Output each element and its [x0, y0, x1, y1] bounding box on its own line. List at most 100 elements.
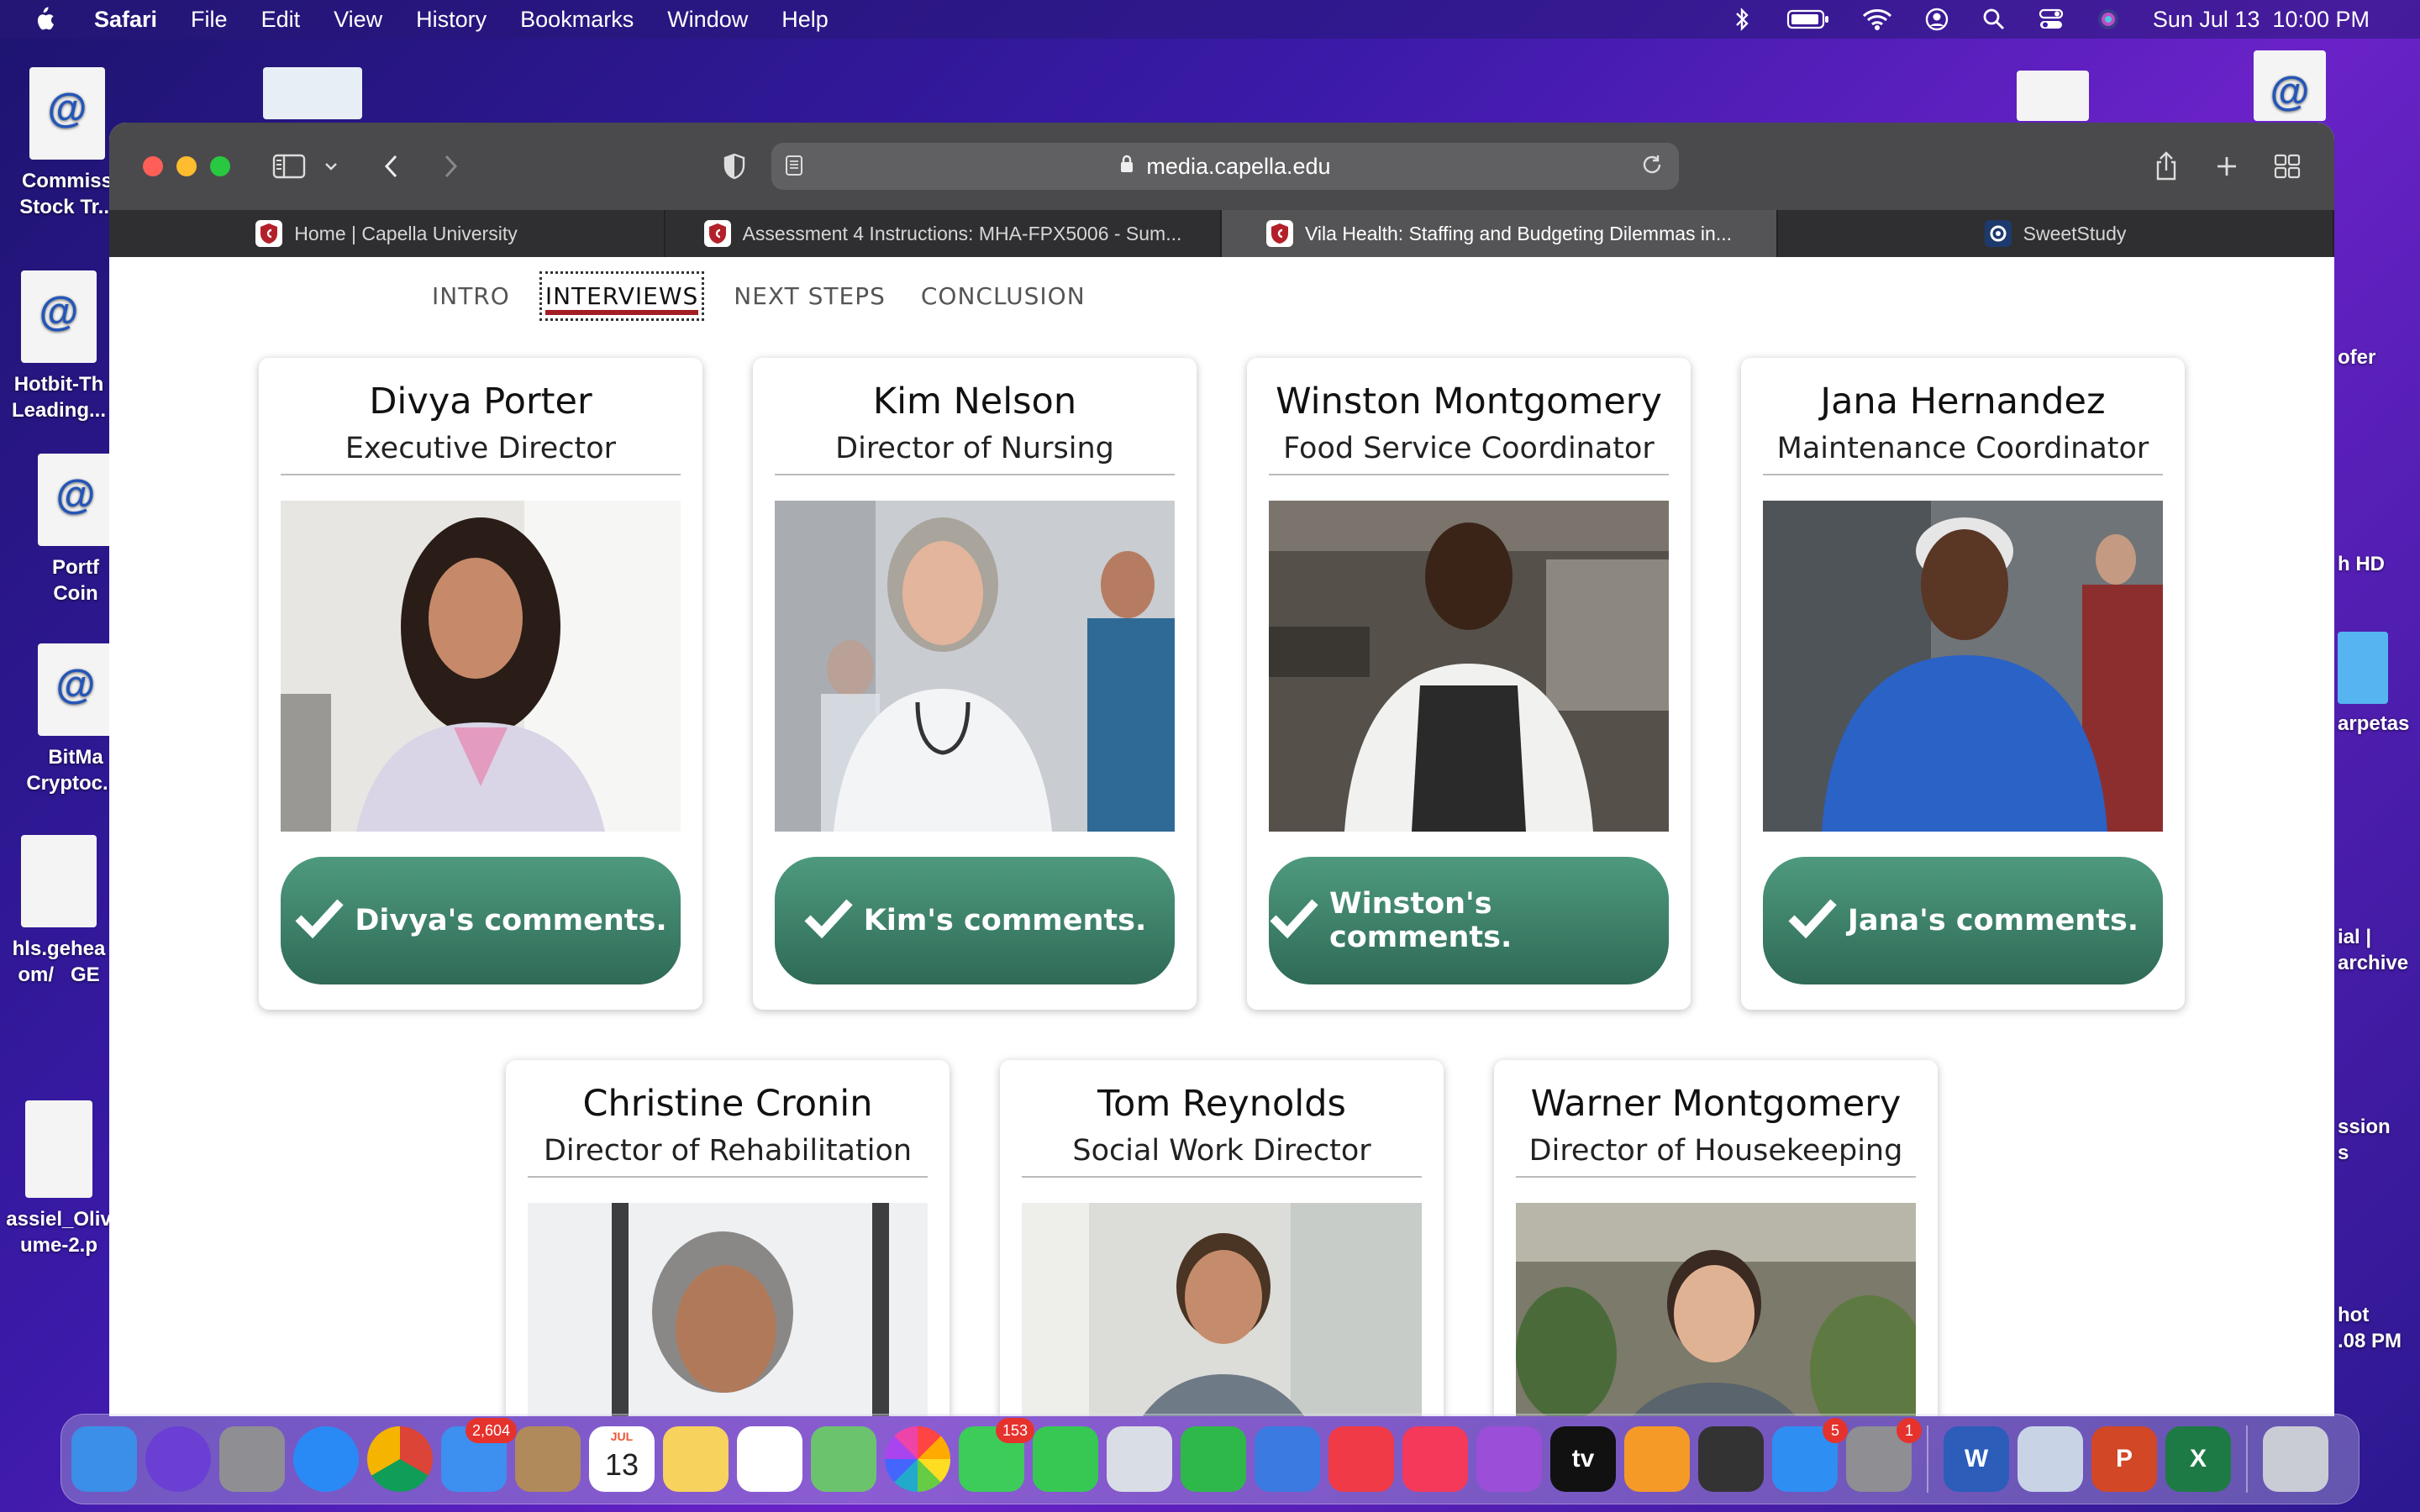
kim-comments-button[interactable]: Kim's comments. — [775, 857, 1175, 984]
menubar-clock[interactable]: Sun Jul 13 10:00 PM — [2153, 7, 2370, 33]
excel-icon[interactable]: X — [2165, 1426, 2231, 1492]
user-icon[interactable] — [1924, 7, 1949, 32]
spotlight-search-icon[interactable] — [1981, 7, 2007, 32]
desktop-item[interactable]: @ — [2252, 50, 2328, 129]
back-button[interactable] — [371, 146, 412, 186]
news-icon[interactable] — [1328, 1426, 1394, 1492]
preview-icon[interactable] — [1107, 1426, 1172, 1492]
desktop-item[interactable]: @ Commiss Stock Tr... — [8, 67, 126, 220]
facetime-icon[interactable] — [1033, 1426, 1098, 1492]
winston-comments-button[interactable]: Winston's comments. — [1269, 857, 1669, 984]
menu-window[interactable]: Window — [667, 7, 748, 33]
chrome-icon[interactable] — [367, 1426, 433, 1492]
zoom-window-button[interactable] — [210, 156, 230, 176]
divya-comments-button[interactable]: Divya's comments. — [281, 857, 681, 984]
appstore-icon[interactable]: 5 — [1772, 1418, 1848, 1492]
desktop-item[interactable]: @ Hotbit-Th Leading... — [0, 270, 118, 423]
tab-bar: Home | Capella University Assessment 4 I… — [109, 210, 2334, 257]
desktop-item[interactable]: hls.gehea om/ GE — [0, 835, 118, 988]
tv-icon[interactable]: tv — [1550, 1426, 1616, 1492]
books-icon[interactable] — [1624, 1426, 1690, 1492]
menu-bookmarks[interactable]: Bookmarks — [520, 7, 634, 33]
podcasts-icon[interactable] — [1476, 1426, 1542, 1492]
menu-edit[interactable]: Edit — [261, 7, 301, 33]
jana-comments-button[interactable]: Jana's comments. — [1763, 857, 2163, 984]
battery-icon[interactable] — [1786, 7, 1830, 32]
interview-card-kim: Kim Nelson Director of Nursing Kim's com… — [753, 358, 1197, 1010]
new-tab-icon[interactable] — [2207, 146, 2247, 186]
desktop-item[interactable]: ssion s — [2338, 1114, 2420, 1166]
siri-icon[interactable] — [2096, 7, 2121, 32]
launchpad-icon[interactable] — [219, 1426, 285, 1492]
bluetooth-icon[interactable] — [1729, 7, 1754, 32]
menu-help[interactable]: Help — [781, 7, 829, 33]
photo-viewer-icon[interactable] — [2018, 1426, 2083, 1492]
reload-icon[interactable] — [1640, 153, 1665, 178]
page-content: INTRO INTERVIEWS NEXT STEPS CONCLUSION D… — [109, 257, 2334, 1416]
minimize-window-button[interactable] — [176, 156, 197, 176]
desktop-item[interactable]: arpetas — [2338, 632, 2420, 737]
numbers-icon[interactable] — [1181, 1426, 1246, 1492]
desktop-item[interactable]: hot .08 PM — [2338, 1302, 2420, 1354]
menu-view[interactable]: View — [334, 7, 382, 33]
person-title: Social Work Director — [1022, 1129, 1422, 1178]
reader-icon[interactable] — [785, 155, 807, 178]
nav-conclusion[interactable]: CONCLUSION — [918, 274, 1089, 318]
notification-badge: 5 — [1823, 1418, 1848, 1443]
apple-icon[interactable] — [30, 6, 55, 33]
person-name: Christine Cronin — [582, 1083, 873, 1125]
device-icon[interactable] — [1698, 1426, 1764, 1492]
notes-icon[interactable] — [663, 1426, 729, 1492]
safari-icon[interactable] — [293, 1426, 359, 1492]
word-icon[interactable]: W — [1944, 1426, 2009, 1492]
desktop-item[interactable]: assiel_Oliv ume-2.p — [0, 1100, 118, 1258]
wifi-icon[interactable] — [1862, 7, 1892, 32]
contacts-icon[interactable] — [515, 1426, 581, 1492]
tab-capella-home[interactable]: Home | Capella University — [109, 210, 666, 257]
nav-next-steps[interactable]: NEXT STEPS — [730, 274, 889, 318]
chevron-down-icon[interactable] — [311, 146, 351, 186]
address-bar[interactable]: media.capella.edu — [771, 143, 1679, 190]
desktop-item[interactable] — [262, 67, 363, 128]
music-icon[interactable] — [1402, 1426, 1468, 1492]
menu-file[interactable]: File — [191, 7, 228, 33]
tab-overview-icon[interactable] — [2267, 146, 2307, 186]
desktop-item[interactable]: ofer — [2338, 344, 2420, 370]
settings-icon[interactable]: 1 — [1846, 1418, 1922, 1492]
tab-sweetstudy[interactable]: SweetStudy — [1778, 210, 2334, 257]
photos-icon[interactable] — [885, 1426, 950, 1492]
url-text[interactable]: media.capella.edu — [1146, 154, 1330, 180]
desktop-item-label: hls.gehea om/ GE — [12, 937, 106, 986]
desktop-item[interactable] — [2015, 71, 2091, 129]
control-center-icon[interactable] — [2039, 7, 2064, 32]
keynote-icon[interactable] — [1255, 1426, 1320, 1492]
finder-icon[interactable] — [71, 1426, 137, 1492]
tab-label: SweetStudy — [2023, 222, 2127, 244]
tab-assessment-instructions[interactable]: Assessment 4 Instructions: MHA-FPX5006 -… — [666, 210, 1222, 257]
desktop-item[interactable]: h HD — [2338, 551, 2420, 577]
tab-vila-health[interactable]: Vila Health: Staffing and Budgeting Dile… — [1222, 210, 1778, 257]
privacy-shield-icon[interactable] — [714, 146, 755, 186]
trash-icon[interactable] — [2263, 1426, 2328, 1492]
powerpoint-icon[interactable]: P — [2091, 1426, 2157, 1492]
reminders-icon[interactable] — [737, 1426, 802, 1492]
messages-icon[interactable]: 153 — [959, 1418, 1034, 1492]
forward-button[interactable] — [430, 146, 471, 186]
menu-app-name[interactable]: Safari — [94, 7, 157, 33]
maps-icon[interactable] — [811, 1426, 876, 1492]
nav-intro[interactable]: INTRO — [429, 274, 513, 318]
dock-icon-text: tv — [1571, 1445, 1595, 1473]
menu-history[interactable]: History — [416, 7, 487, 33]
calendar-icon[interactable]: 13 JUL — [589, 1426, 655, 1492]
person-photo — [281, 501, 681, 832]
dock-icon-text: X — [2189, 1445, 2207, 1473]
desktop-item[interactable]: ial | archive — [2338, 924, 2420, 976]
siri-icon[interactable] — [145, 1426, 211, 1492]
nav-interviews[interactable]: INTERVIEWS — [539, 271, 705, 321]
capella-favicon-icon — [703, 220, 731, 247]
close-window-button[interactable] — [143, 156, 163, 176]
interview-card-divya: Divya Porter Executive Director Divya's … — [259, 358, 702, 1010]
mail-icon[interactable]: 2,604 — [441, 1418, 517, 1492]
share-icon[interactable] — [2146, 146, 2186, 186]
sidebar-toggle-icon[interactable] — [269, 146, 309, 186]
